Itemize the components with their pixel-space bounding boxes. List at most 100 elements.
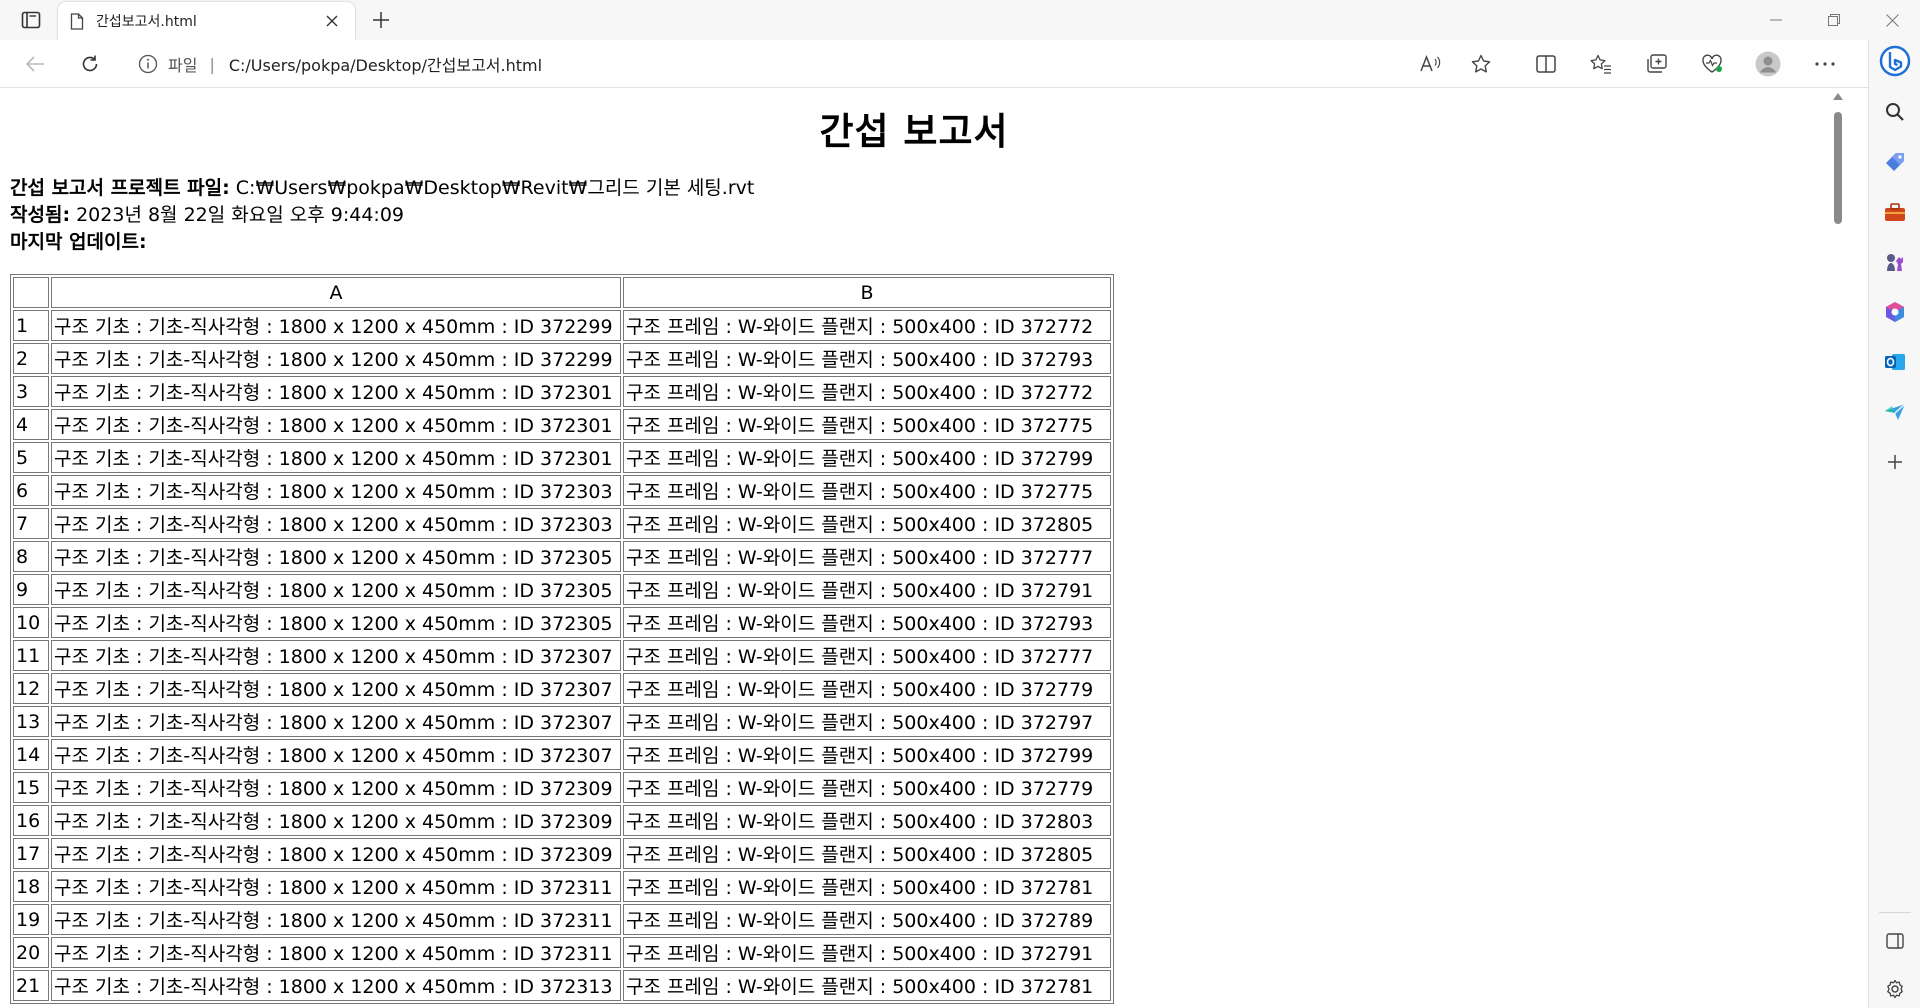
- sidebar-games-button[interactable]: [1878, 245, 1912, 279]
- scroll-up-arrow[interactable]: [1833, 92, 1843, 102]
- close-icon: [326, 15, 338, 27]
- element-a-cell: 구조 기초 : 기초-직사각형 : 1800 x 1200 x 450mm : …: [51, 442, 621, 473]
- element-b-cell: 구조 프레임 : W-와이드 플랜지 : 500x400 : ID 372799: [623, 442, 1111, 473]
- tab-close-button[interactable]: [321, 10, 343, 32]
- tab-strip: 간섭보고서.html: [0, 0, 1920, 40]
- more-button[interactable]: [1808, 48, 1842, 80]
- back-arrow-icon: [25, 55, 45, 73]
- row-index-cell: 14: [13, 739, 49, 770]
- gear-icon: [1885, 979, 1905, 999]
- page-scrollbar[interactable]: [1830, 90, 1846, 1008]
- project-file-label: 간섭 보고서 프로젝트 파일:: [10, 177, 230, 199]
- element-b-cell: 구조 프레임 : W-와이드 플랜지 : 500x400 : ID 372805: [623, 838, 1111, 869]
- sidebar-outlook-button[interactable]: [1878, 345, 1912, 379]
- table-row: 18 구조 기초 : 기초-직사각형 : 1800 x 1200 x 450mm …: [13, 871, 1111, 902]
- read-aloud-button[interactable]: [1413, 48, 1447, 80]
- sidebar-panel-button[interactable]: [1878, 924, 1912, 958]
- restore-button[interactable]: [1806, 0, 1862, 40]
- send-icon: [1884, 402, 1906, 422]
- minimize-icon: [1770, 19, 1782, 21]
- browser-essentials-button[interactable]: [1695, 48, 1729, 80]
- element-b-cell: 구조 프레임 : W-와이드 플랜지 : 500x400 : ID 372791: [623, 937, 1111, 968]
- table-row: 1 구조 기초 : 기초-직사각형 : 1800 x 1200 x 450mm :…: [13, 310, 1111, 341]
- element-a-cell: 구조 기초 : 기초-직사각형 : 1800 x 1200 x 450mm : …: [51, 805, 621, 836]
- element-b-cell: 구조 프레임 : W-와이드 플랜지 : 500x400 : ID 372805: [623, 508, 1111, 539]
- row-index-cell: 15: [13, 772, 49, 803]
- element-b-cell: 구조 프레임 : W-와이드 플랜지 : 500x400 : ID 372799: [623, 739, 1111, 770]
- row-index-cell: 5: [13, 442, 49, 473]
- header-b: B: [623, 277, 1111, 308]
- add-favorite-button[interactable]: [1464, 48, 1498, 80]
- minimize-button[interactable]: [1748, 0, 1804, 40]
- read-aloud-icon: [1419, 55, 1441, 73]
- sidebar-settings-button[interactable]: [1878, 972, 1912, 1006]
- split-screen-button[interactable]: [1529, 48, 1563, 80]
- heart-pulse-icon: [1701, 54, 1723, 74]
- created-label: 작성됨:: [10, 204, 71, 226]
- address-bar[interactable]: 파일 | C:/Users/pokpa/Desktop/간섭보고서.html: [138, 46, 1458, 82]
- table-row: 8 구조 기초 : 기초-직사각형 : 1800 x 1200 x 450mm :…: [13, 541, 1111, 572]
- copilot-button[interactable]: [1878, 44, 1912, 78]
- restore-icon: [1828, 14, 1840, 26]
- info-icon[interactable]: [138, 54, 158, 74]
- profile-button[interactable]: [1751, 48, 1785, 80]
- sidebar-office-button[interactable]: [1878, 295, 1912, 329]
- row-index-cell: 7: [13, 508, 49, 539]
- element-b-cell: 구조 프레임 : W-와이드 플랜지 : 500x400 : ID 372789: [623, 904, 1111, 935]
- header-a: A: [51, 277, 621, 308]
- row-index-cell: 21: [13, 970, 49, 1001]
- element-a-cell: 구조 기초 : 기초-직사각형 : 1800 x 1200 x 450mm : …: [51, 310, 621, 341]
- row-index-cell: 20: [13, 937, 49, 968]
- element-a-cell: 구조 기초 : 기초-직사각형 : 1800 x 1200 x 450mm : …: [51, 904, 621, 935]
- favorites-button[interactable]: [1584, 48, 1618, 80]
- address-url[interactable]: C:/Users/pokpa/Desktop/간섭보고서.html: [229, 52, 542, 76]
- element-b-cell: 구조 프레임 : W-와이드 플랜지 : 500x400 : ID 372779: [623, 772, 1111, 803]
- created-line: 작성됨: 2023년 8월 22일 화요일 오후 9:44:09: [10, 202, 1818, 229]
- row-index-cell: 11: [13, 640, 49, 671]
- element-b-cell: 구조 프레임 : W-와이드 플랜지 : 500x400 : ID 372775: [623, 475, 1111, 506]
- scroll-thumb[interactable]: [1834, 112, 1842, 224]
- row-index-cell: 13: [13, 706, 49, 737]
- sidebar-add-button[interactable]: [1878, 445, 1912, 479]
- element-b-cell: 구조 프레임 : W-와이드 플랜지 : 500x400 : ID 372803: [623, 805, 1111, 836]
- sidebar-search-button[interactable]: [1878, 95, 1912, 129]
- sidebar-drop-button[interactable]: [1878, 395, 1912, 429]
- more-icon: [1815, 62, 1835, 66]
- element-b-cell: 구조 프레임 : W-와이드 플랜지 : 500x400 : ID 372777: [623, 640, 1111, 671]
- sidebar-shopping-button[interactable]: [1878, 145, 1912, 179]
- element-b-cell: 구조 프레임 : W-와이드 플랜지 : 500x400 : ID 372772: [623, 310, 1111, 341]
- row-index-cell: 6: [13, 475, 49, 506]
- active-tab[interactable]: 간섭보고서.html: [58, 2, 355, 40]
- element-a-cell: 구조 기초 : 기초-직사각형 : 1800 x 1200 x 450mm : …: [51, 508, 621, 539]
- element-a-cell: 구조 기초 : 기초-직사각형 : 1800 x 1200 x 450mm : …: [51, 970, 621, 1001]
- close-icon: [1885, 13, 1899, 27]
- element-b-cell: 구조 프레임 : W-와이드 플랜지 : 500x400 : ID 372781: [623, 970, 1111, 1001]
- element-b-cell: 구조 프레임 : W-와이드 플랜지 : 500x400 : ID 372775: [623, 409, 1111, 440]
- row-index-cell: 3: [13, 376, 49, 407]
- table-header-row: A B: [13, 277, 1111, 308]
- element-a-cell: 구조 기초 : 기초-직사각형 : 1800 x 1200 x 450mm : …: [51, 343, 621, 374]
- row-index-cell: 16: [13, 805, 49, 836]
- element-a-cell: 구조 기초 : 기초-직사각형 : 1800 x 1200 x 450mm : …: [51, 409, 621, 440]
- element-b-cell: 구조 프레임 : W-와이드 플랜지 : 500x400 : ID 372797: [623, 706, 1111, 737]
- back-button[interactable]: [18, 48, 52, 80]
- project-file-value: C:₩Users₩pokpa₩Desktop₩Revit₩그리드 기본 세팅.r…: [235, 177, 755, 199]
- project-file-line: 간섭 보고서 프로젝트 파일: C:₩Users₩pokpa₩Desktop₩R…: [10, 175, 1818, 202]
- edge-sidebar: [1868, 40, 1920, 1008]
- page-content: 간섭 보고서 간섭 보고서 프로젝트 파일: C:₩Users₩pokpa₩De…: [0, 89, 1828, 1008]
- row-index-cell: 17: [13, 838, 49, 869]
- refresh-button[interactable]: [73, 48, 107, 80]
- sidebar-tools-button[interactable]: [1878, 195, 1912, 229]
- new-tab-button[interactable]: [366, 6, 396, 34]
- table-row: 11 구조 기초 : 기초-직사각형 : 1800 x 1200 x 450mm …: [13, 640, 1111, 671]
- element-a-cell: 구조 기초 : 기초-직사각형 : 1800 x 1200 x 450mm : …: [51, 541, 621, 572]
- close-window-button[interactable]: [1864, 0, 1920, 40]
- element-a-cell: 구조 기초 : 기초-직사각형 : 1800 x 1200 x 450mm : …: [51, 838, 621, 869]
- element-a-cell: 구조 기초 : 기초-직사각형 : 1800 x 1200 x 450mm : …: [51, 574, 621, 605]
- collections-button[interactable]: [1640, 48, 1674, 80]
- element-a-cell: 구조 기초 : 기초-직사각형 : 1800 x 1200 x 450mm : …: [51, 871, 621, 902]
- file-icon: [70, 12, 84, 30]
- tab-actions-button[interactable]: [14, 6, 48, 34]
- table-row: 15 구조 기초 : 기초-직사각형 : 1800 x 1200 x 450mm …: [13, 772, 1111, 803]
- search-icon: [1885, 102, 1905, 122]
